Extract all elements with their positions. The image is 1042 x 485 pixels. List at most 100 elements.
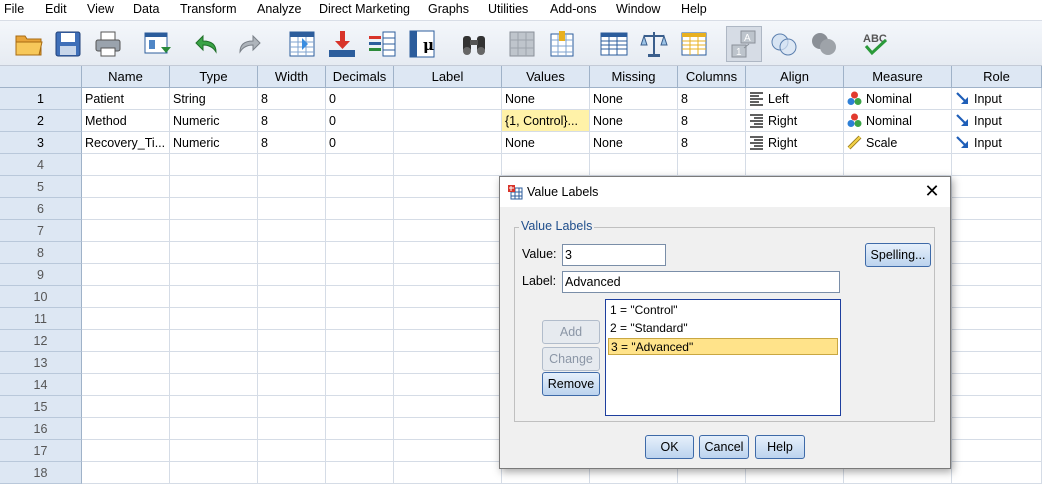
grid-corner[interactable] xyxy=(0,66,82,88)
cell-width[interactable]: 8 xyxy=(258,132,326,154)
empty-cell[interactable] xyxy=(170,308,258,330)
empty-cell[interactable] xyxy=(170,440,258,462)
col-header-width[interactable]: Width xyxy=(258,66,326,88)
row-header-16[interactable]: 16 xyxy=(0,418,82,440)
col-header-columns[interactable]: Columns xyxy=(678,66,746,88)
empty-cell[interactable] xyxy=(326,198,394,220)
ok-button[interactable]: OK xyxy=(645,435,694,459)
insert-cases-icon[interactable] xyxy=(504,26,540,62)
empty-cell[interactable] xyxy=(258,330,326,352)
empty-cell[interactable] xyxy=(82,352,170,374)
empty-cell[interactable] xyxy=(258,286,326,308)
empty-cell[interactable] xyxy=(170,396,258,418)
use-variable-sets-icon[interactable] xyxy=(766,26,802,62)
empty-cell[interactable] xyxy=(82,154,170,176)
cell-missing[interactable]: None xyxy=(590,132,678,154)
close-icon[interactable]: ✕ xyxy=(922,182,942,202)
list-item[interactable]: 2 = "Standard" xyxy=(608,320,838,337)
show-all-variables-icon[interactable] xyxy=(806,26,842,62)
cell-columns[interactable]: 8 xyxy=(678,132,746,154)
col-header-label[interactable]: Label xyxy=(394,66,502,88)
empty-cell[interactable] xyxy=(394,176,502,198)
empty-cell[interactable] xyxy=(952,462,1042,484)
select-cases-icon[interactable] xyxy=(676,26,712,62)
cell-measure[interactable]: Nominal xyxy=(844,110,952,132)
empty-cell[interactable] xyxy=(394,154,502,176)
cell-decimals[interactable]: 0 xyxy=(326,132,394,154)
col-header-type[interactable]: Type xyxy=(170,66,258,88)
col-header-align[interactable]: Align xyxy=(746,66,844,88)
empty-cell[interactable] xyxy=(258,374,326,396)
empty-cell[interactable] xyxy=(326,154,394,176)
empty-cell[interactable] xyxy=(952,198,1042,220)
empty-cell[interactable] xyxy=(170,374,258,396)
empty-cell[interactable] xyxy=(394,220,502,242)
value-labels-icon[interactable]: A1 xyxy=(726,26,762,62)
cell-measure[interactable]: Nominal xyxy=(844,88,952,110)
empty-cell[interactable] xyxy=(170,462,258,484)
empty-cell[interactable] xyxy=(82,396,170,418)
empty-cell[interactable] xyxy=(952,440,1042,462)
empty-cell[interactable] xyxy=(258,198,326,220)
col-header-measure[interactable]: Measure xyxy=(844,66,952,88)
label-input[interactable]: Advanced xyxy=(562,271,840,293)
row-header-17[interactable]: 17 xyxy=(0,440,82,462)
empty-cell[interactable] xyxy=(952,330,1042,352)
empty-cell[interactable] xyxy=(952,396,1042,418)
empty-cell[interactable] xyxy=(258,418,326,440)
undo-icon[interactable] xyxy=(190,26,226,62)
spell-check-icon[interactable]: ABC xyxy=(858,26,894,62)
list-item-selected[interactable]: 3 = "Advanced" xyxy=(608,338,838,355)
empty-cell[interactable] xyxy=(326,396,394,418)
spelling-button[interactable]: Spelling... xyxy=(865,243,931,267)
cell-name[interactable]: Method xyxy=(82,110,170,132)
empty-cell[interactable] xyxy=(258,308,326,330)
cancel-button[interactable]: Cancel xyxy=(699,435,749,459)
empty-cell[interactable] xyxy=(394,374,502,396)
empty-cell[interactable] xyxy=(326,308,394,330)
empty-cell[interactable] xyxy=(952,352,1042,374)
empty-cell[interactable] xyxy=(170,198,258,220)
empty-cell[interactable] xyxy=(394,264,502,286)
col-header-values[interactable]: Values xyxy=(502,66,590,88)
row-header-18[interactable]: 18 xyxy=(0,462,82,484)
empty-cell[interactable] xyxy=(952,418,1042,440)
empty-cell[interactable] xyxy=(258,440,326,462)
empty-cell[interactable] xyxy=(394,242,502,264)
cell-align[interactable]: Left xyxy=(746,88,844,110)
cell-label[interactable] xyxy=(394,88,502,110)
empty-cell[interactable] xyxy=(82,462,170,484)
menu-direct-marketing[interactable]: Direct Marketing xyxy=(319,2,410,16)
menu-help[interactable]: Help xyxy=(681,2,707,16)
save-icon[interactable] xyxy=(50,26,86,62)
find-icon[interactable] xyxy=(456,26,492,62)
empty-cell[interactable] xyxy=(394,308,502,330)
empty-cell[interactable] xyxy=(170,154,258,176)
cell-missing[interactable]: None xyxy=(590,88,678,110)
cell-columns[interactable]: 8 xyxy=(678,110,746,132)
row-header-12[interactable]: 12 xyxy=(0,330,82,352)
empty-cell[interactable] xyxy=(952,308,1042,330)
empty-cell[interactable] xyxy=(326,286,394,308)
empty-cell[interactable] xyxy=(502,154,590,176)
empty-cell[interactable] xyxy=(258,176,326,198)
row-header-14[interactable]: 14 xyxy=(0,374,82,396)
row-header-11[interactable]: 11 xyxy=(0,308,82,330)
go-to-variable-icon[interactable] xyxy=(324,26,360,62)
empty-cell[interactable] xyxy=(952,264,1042,286)
menu-window[interactable]: Window xyxy=(616,2,660,16)
empty-cell[interactable] xyxy=(952,242,1042,264)
row-header-8[interactable]: 8 xyxy=(0,242,82,264)
menu-utilities[interactable]: Utilities xyxy=(488,2,528,16)
row-header-13[interactable]: 13 xyxy=(0,352,82,374)
print-icon[interactable] xyxy=(90,26,126,62)
empty-cell[interactable] xyxy=(844,154,952,176)
cell-values[interactable]: None xyxy=(502,132,590,154)
empty-cell[interactable] xyxy=(394,330,502,352)
empty-cell[interactable] xyxy=(258,396,326,418)
empty-cell[interactable] xyxy=(170,352,258,374)
empty-cell[interactable] xyxy=(258,154,326,176)
cell-role[interactable]: Input xyxy=(952,132,1042,154)
value-input[interactable]: 3 xyxy=(562,244,666,266)
empty-cell[interactable] xyxy=(590,154,678,176)
